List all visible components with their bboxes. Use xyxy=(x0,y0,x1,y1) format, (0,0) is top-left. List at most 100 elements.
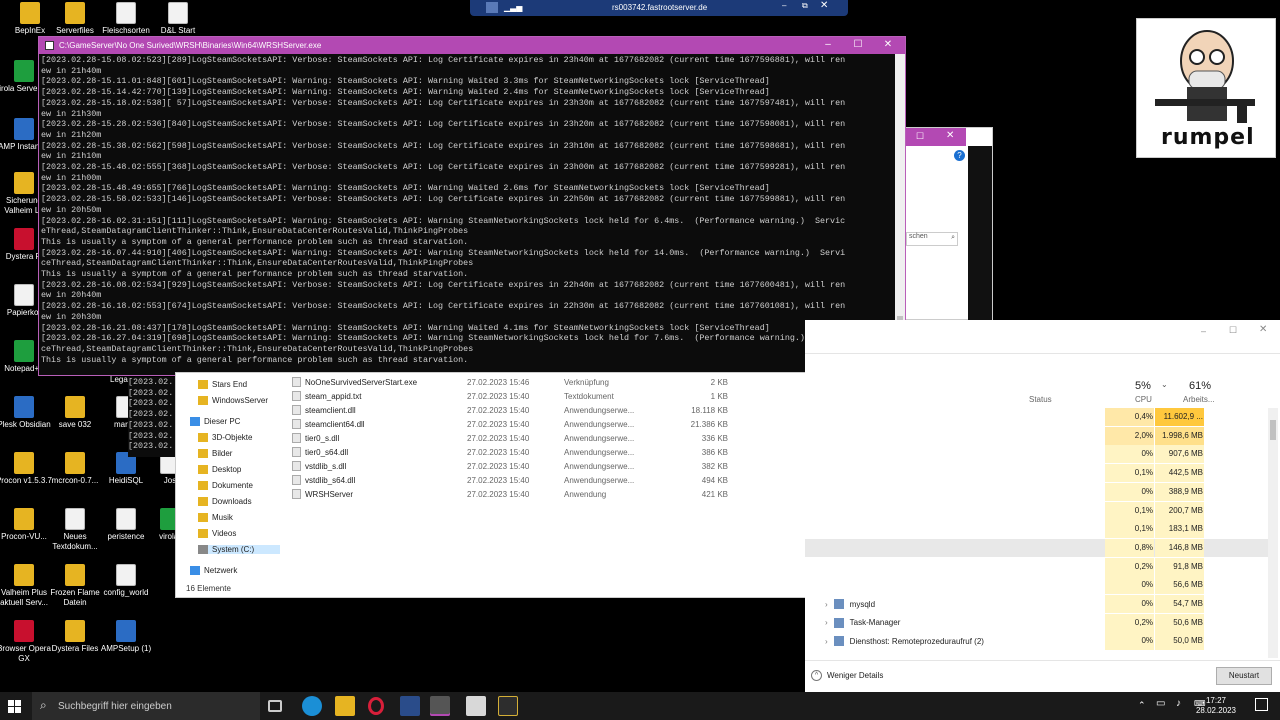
console-output[interactable]: [2023.02.28-15.08.02:523][289]LogSteamSo… xyxy=(39,54,895,376)
tm-process-row[interactable]: 2,0% 1.998,6 MB xyxy=(805,426,1268,445)
file-name[interactable]: steam_appid.txt xyxy=(292,389,361,403)
tm-close-icon[interactable]: ✕ xyxy=(1259,324,1267,335)
nav-item-label: Videos xyxy=(212,529,237,538)
rdp-close-icon[interactable]: ✕ xyxy=(820,0,828,11)
rdp-restore-icon[interactable]: ⧉ xyxy=(802,1,808,11)
tm-process-row[interactable]: › Diensthost: Remoteprozeduraufruf (2) 0% 5… xyxy=(805,632,1268,651)
nav-item[interactable]: Desktop xyxy=(198,465,241,474)
tm-cpu-value: 0% xyxy=(1141,599,1153,608)
tm-process-row[interactable]: 0,1% 442,5 MB xyxy=(805,464,1268,483)
expand-chevron-icon[interactable]: › xyxy=(825,600,828,609)
task-view-icon[interactable] xyxy=(268,700,282,712)
server-exe-icon[interactable] xyxy=(430,696,450,716)
server-console-window[interactable]: C:\GameServer\No One Surived\WRSH\Binari… xyxy=(38,36,906,376)
console-line: [2023.02.28-16.21.08:437][178]LogSteamSo… xyxy=(41,322,770,333)
side-dialog-close-icon[interactable]: ✕ xyxy=(946,130,954,141)
file-name[interactable]: steamclient64.dll xyxy=(292,417,365,431)
console-line: eThread,SteamDatagramClientThinker::Thin… xyxy=(41,226,469,237)
side-dialog-maximize-icon[interactable]: ☐ xyxy=(916,131,924,142)
nav-item-label: Musik xyxy=(212,513,233,522)
notification-icon[interactable] xyxy=(1255,698,1268,711)
nav-item[interactable]: 3D-Objekte xyxy=(198,433,252,442)
collapse-icon[interactable]: ^ xyxy=(811,670,822,681)
file-name[interactable]: tier0_s.dll xyxy=(292,431,339,445)
tm-maximize-icon[interactable]: ☐ xyxy=(1229,325,1237,336)
file-name[interactable]: vstdlib_s64.dll xyxy=(292,473,355,487)
tm-process-row[interactable]: 0,1% 200,7 MB xyxy=(805,501,1268,520)
nav-item[interactable]: System (C:) xyxy=(198,545,280,554)
nav-item-label: Downloads xyxy=(212,497,252,506)
nav-item[interactable]: Netzwerk xyxy=(190,566,237,575)
restart-button[interactable]: Neustart xyxy=(1216,667,1272,685)
file-icon xyxy=(292,405,301,415)
tm-process-name-text: mysqld xyxy=(849,599,876,609)
tm-minimize-icon[interactable]: – xyxy=(1201,326,1206,336)
tm-col-status[interactable]: Status xyxy=(1029,395,1052,404)
fewer-details-link[interactable]: Weniger Details xyxy=(827,671,883,680)
console-line: [2023.02.28-16.18.02:553][674]LogSteamSo… xyxy=(41,301,846,312)
start-windows-icon[interactable] xyxy=(8,700,21,713)
console-maximize-icon[interactable]: ☐ xyxy=(843,38,873,53)
side-dialog-titlebar xyxy=(906,128,966,146)
file-explorer-icon[interactable] xyxy=(335,696,355,716)
desktop-icon[interactable]: D&L Start xyxy=(148,2,208,36)
tm-process-row[interactable]: › Task-Manager 0,2% 50,6 MB xyxy=(805,613,1268,632)
process-icon xyxy=(833,599,844,609)
edge-icon[interactable] xyxy=(302,696,322,716)
console-icon[interactable] xyxy=(466,696,486,716)
doc-icon xyxy=(116,564,136,586)
tm-process-row[interactable]: 0,4% 11.602,9 ... xyxy=(805,408,1268,426)
folder-icon xyxy=(14,508,34,530)
console-close-icon[interactable]: ✕ xyxy=(873,38,903,53)
task-manager-window[interactable]: – ☐ ✕ 5% 61% ⌄ Status CPU Arbeits... 0,4… xyxy=(805,320,1280,692)
tm-scroll-thumb[interactable] xyxy=(1270,420,1276,440)
file-type: Anwendungserwe... xyxy=(564,417,634,431)
console-titlebar[interactable]: C:\GameServer\No One Surived\WRSH\Binari… xyxy=(39,37,905,54)
nav-item[interactable]: Downloads xyxy=(198,497,252,506)
taskbar-search[interactable]: ⌕ Suchbegriff hier eingeben xyxy=(32,692,260,720)
console-line: [2023.02.28-15.38.02:562][598]LogSteamSo… xyxy=(41,140,846,151)
nav-item[interactable]: Dieser PC xyxy=(190,417,240,426)
tm-process-row[interactable]: 0% 388,9 MB xyxy=(805,482,1268,501)
file-name[interactable]: NoOneSurvivedServerStart.exe xyxy=(292,375,417,389)
game-icon[interactable] xyxy=(498,696,518,716)
pin-icon[interactable] xyxy=(486,2,498,13)
nav-item[interactable]: Dokumente xyxy=(198,481,253,490)
desktop-icon[interactable]: Fleischsorten xyxy=(96,2,156,36)
expand-chevron-icon[interactable]: › xyxy=(825,618,828,627)
console-minimize-icon[interactable]: – xyxy=(813,38,843,53)
tm-process-row[interactable]: 0% 907,6 MB xyxy=(805,445,1268,464)
tm-scrollbar[interactable] xyxy=(1268,408,1278,658)
file-name[interactable]: steamclient.dll xyxy=(292,403,356,417)
opera-gx-icon[interactable] xyxy=(368,697,384,715)
tm-process-row[interactable]: 0,1% 183,1 MB xyxy=(805,520,1268,539)
desktop-icon[interactable]: AMPSetup (1) xyxy=(96,620,156,654)
rdp-minimize-icon[interactable]: – xyxy=(782,1,786,10)
desktop-icon[interactable]: config_world xyxy=(96,564,156,598)
network-icon[interactable]: ▭ xyxy=(1156,698,1165,709)
tm-process-row[interactable]: 0,2% 91,8 MB xyxy=(805,557,1268,576)
nav-item[interactable]: Stars End xyxy=(198,380,247,389)
file-name[interactable]: tier0_s64.dll xyxy=(292,445,348,459)
clock[interactable]: 17:27 28.02.2023 xyxy=(1196,696,1236,716)
nav-item[interactable]: WindowsServer xyxy=(198,396,268,405)
nav-item[interactable]: Videos xyxy=(198,529,236,538)
file-name[interactable]: WRSHServer xyxy=(292,487,353,501)
tm-process-row[interactable]: › mysqld 0% 54,7 MB xyxy=(805,595,1268,613)
remote-desktop-bar[interactable]: ▁▃▅ rs003742.fastrootserver.de – ⧉ ✕ xyxy=(470,0,848,16)
ide-icon[interactable] xyxy=(400,696,420,716)
side-dialog-search[interactable]: schen ⌕ xyxy=(906,232,958,246)
side-dialog[interactable]: ☐ ✕ ? schen ⌕ xyxy=(905,127,993,321)
file-name[interactable]: vstdlib_s.dll xyxy=(292,459,346,473)
nav-item[interactable]: Musik xyxy=(198,513,233,522)
tm-col-cpu[interactable]: CPU xyxy=(1135,395,1152,404)
tray-chevron-icon[interactable]: ⌃ xyxy=(1138,700,1146,711)
tm-process-row[interactable]: 0% 56,6 MB xyxy=(805,576,1268,595)
expand-chevron-icon[interactable]: › xyxy=(825,637,828,646)
side-dialog-dark-panel xyxy=(968,146,992,321)
nav-item[interactable]: Bilder xyxy=(198,449,232,458)
tm-col-mem[interactable]: Arbeits... xyxy=(1183,395,1215,404)
volume-icon[interactable]: ♪ xyxy=(1176,698,1181,709)
tm-process-row[interactable]: 0,8% 146,8 MB xyxy=(805,538,1268,557)
help-icon[interactable]: ? xyxy=(954,150,965,161)
